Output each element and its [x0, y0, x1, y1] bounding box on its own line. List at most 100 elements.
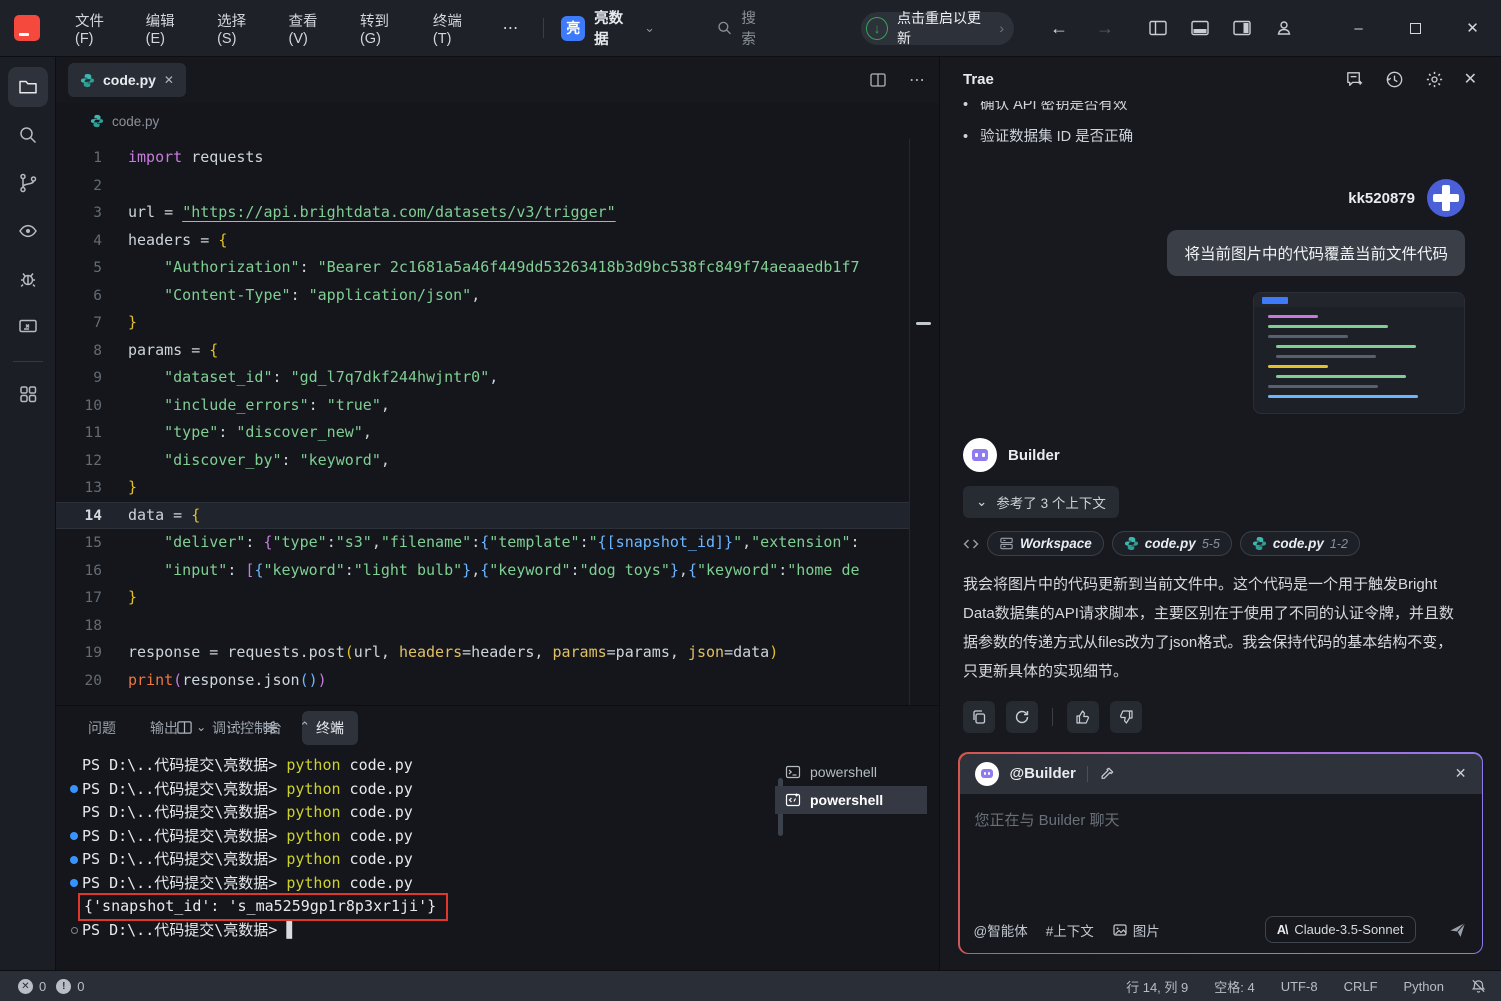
chat-input[interactable]: 您正在与 Builder 聊天 — [960, 794, 1482, 907]
extensions-button[interactable] — [8, 374, 48, 414]
context-chip[interactable]: code.py 5-5 — [1111, 531, 1232, 556]
minimize-button[interactable]: – — [1330, 0, 1387, 56]
copy-button[interactable] — [963, 701, 995, 733]
panel-more-actions[interactable]: ⋯ — [226, 717, 242, 737]
account-icon[interactable] — [1274, 18, 1294, 38]
menu-item[interactable]: 编辑(E) — [133, 4, 204, 53]
code-token: "type" — [272, 533, 327, 551]
notifications-off-icon[interactable] — [1470, 978, 1487, 995]
menu-item[interactable]: 转到(G) — [347, 4, 420, 53]
code-line[interactable]: 12 "discover_by": "keyword", — [56, 447, 910, 475]
tab-close-icon[interactable]: ✕ — [164, 73, 174, 87]
forward-button[interactable]: → — [1096, 18, 1114, 39]
send-button[interactable] — [1448, 920, 1468, 940]
settings-gear-icon[interactable] — [1424, 69, 1445, 90]
code-line[interactable]: 6 "Content-Type": "application/json", — [56, 282, 910, 310]
code-line[interactable]: 20 print(response.json()) — [56, 667, 910, 695]
regenerate-button[interactable] — [1006, 701, 1038, 733]
project-switcher[interactable]: 亮 亮数据 ⌄ — [561, 7, 655, 49]
toggle-bottom-panel-icon[interactable] — [1190, 18, 1210, 38]
explorer-button[interactable] — [7, 67, 48, 107]
close-panel-button[interactable]: ✕ — [330, 719, 341, 735]
code-line[interactable]: 5 "Authorization": "Bearer 2c1681a5a46f4… — [56, 254, 910, 282]
tab-code-py[interactable]: code.py ✕ — [68, 63, 186, 97]
code-line[interactable]: 3 url = "https://api.brightdata.com/datas… — [56, 199, 910, 227]
indentation[interactable]: 空格: 4 — [1214, 977, 1254, 996]
split-editor-icon[interactable] — [869, 71, 887, 89]
code-line[interactable]: 1 import requests — [56, 144, 910, 172]
watcher-button[interactable] — [8, 211, 48, 251]
agent-mention-button[interactable]: @智能体 — [974, 920, 1028, 940]
activitybar-divider — [12, 361, 43, 362]
breadcrumb-item: code.py — [112, 113, 160, 129]
back-button[interactable]: ← — [1050, 18, 1068, 39]
menu-more-button[interactable]: ⋯ — [495, 14, 527, 42]
debug-button[interactable] — [8, 259, 48, 299]
code-line[interactable]: 16 "input": [{"keyword":"light bulb"},{"… — [56, 557, 910, 585]
code-line[interactable]: 15 "deliver": {"type":"s3","filename":{"… — [56, 529, 910, 557]
toggle-left-sidebar-icon[interactable] — [1148, 18, 1168, 38]
project-badge: 亮 — [561, 15, 586, 41]
code-line[interactable]: 9 "dataset_id": "gd_l7q7dkf244hwjntr0", — [56, 364, 910, 392]
tools-hammer-icon[interactable] — [1099, 765, 1116, 782]
maximize-button[interactable] — [1387, 0, 1444, 56]
eol-sequence[interactable]: CRLF — [1344, 979, 1378, 994]
new-chat-icon[interactable] — [1344, 69, 1365, 90]
code-editor[interactable]: 1 import requests 2 3 url = "https://api.bri… — [56, 139, 939, 705]
model-selector[interactable]: A\ Claude-3.5-Sonnet — [1264, 916, 1416, 943]
terminal-instance[interactable]: powershell — [775, 758, 927, 786]
toggle-right-sidebar-icon[interactable] — [1232, 18, 1252, 38]
warning-count[interactable]: 0 — [77, 979, 84, 994]
chat-messages[interactable]: 确认 API 密钥是否有效验证数据集 ID 是否正确 kk520879 将当前图… — [940, 101, 1501, 748]
encoding[interactable]: UTF-8 — [1281, 979, 1318, 994]
panel-tab-item[interactable]: 问题 — [74, 711, 130, 745]
editor-more-actions[interactable]: ⋯ — [909, 70, 925, 90]
close-input-context-icon[interactable]: ✕ — [1455, 765, 1467, 782]
menu-item[interactable]: 选择(S) — [204, 4, 275, 53]
global-search[interactable]: 搜索 — [717, 7, 769, 49]
code-line[interactable]: 19 response = requests.post(url, headers=… — [56, 639, 910, 667]
context-chip[interactable]: code.py 1-2 — [1239, 531, 1360, 556]
image-attach-button[interactable]: 图片 — [1112, 920, 1160, 940]
test-window-button[interactable] — [8, 307, 48, 347]
thumbs-up-button[interactable] — [1067, 701, 1099, 733]
source-control-button[interactable] — [8, 163, 48, 203]
code-line[interactable]: 2 — [56, 172, 910, 200]
search-sidebar-button[interactable] — [8, 115, 48, 155]
context-hash-button[interactable]: #上下文 — [1046, 920, 1094, 940]
window-close-button[interactable]: ✕ — [1444, 0, 1501, 56]
context-chip[interactable]: Workspace — [987, 531, 1104, 556]
code-line[interactable]: 13} — [56, 474, 910, 502]
code-line[interactable]: 7} — [56, 309, 910, 337]
code-token: =data — [724, 643, 770, 661]
cursor-position[interactable]: 行 14, 列 9 — [1126, 977, 1188, 996]
maximize-panel-button[interactable]: ⌃ — [299, 719, 310, 735]
code-line[interactable]: 14 data = { — [56, 501, 910, 529]
terminal-instance[interactable]: powershell — [775, 786, 927, 814]
history-icon[interactable] — [1384, 69, 1405, 90]
code-line[interactable]: 10 "include_errors": "true", — [56, 392, 910, 420]
code-line[interactable]: 18 — [56, 612, 910, 640]
code-line[interactable]: 4 headers = { — [56, 227, 910, 255]
line-number: 19 — [84, 645, 102, 661]
code-line[interactable]: 11 "type": "discover_new", — [56, 419, 910, 447]
code-line[interactable]: 8 params = { — [56, 337, 910, 365]
split-terminal-button[interactable]: ⌄ — [176, 719, 206, 736]
close-chat-panel-icon[interactable]: ✕ — [1464, 69, 1477, 89]
language-mode[interactable]: Python — [1404, 979, 1444, 994]
terminal-instance-label: powershell — [810, 792, 884, 808]
terminal-token: PS D:\..代码提交\亮数据> — [82, 779, 287, 798]
terminal-text: PS D:\..代码提交\亮数据> python code.py — [82, 754, 413, 778]
restart-update-button[interactable]: ↓ 点击重启以更新 › — [860, 10, 1015, 46]
menu-item[interactable]: 查看(V) — [276, 4, 347, 53]
thumbs-down-button[interactable] — [1110, 701, 1142, 733]
context-toggle[interactable]: ⌄ 参考了 3 个上下文 — [963, 486, 1119, 518]
error-count[interactable]: 0 — [39, 979, 46, 994]
code-line[interactable]: 17} — [56, 584, 910, 612]
attached-image-thumbnail[interactable] — [1253, 292, 1465, 414]
menu-item[interactable]: 终端(T) — [420, 4, 491, 53]
breadcrumb[interactable]: code.py — [56, 103, 939, 139]
filter-settings-icon[interactable] — [262, 719, 279, 736]
menu-item[interactable]: 文件(F) — [62, 4, 133, 53]
code-token: "Bearer 2c1681a5a46f449dd53263418b3d9bc5… — [317, 258, 860, 276]
